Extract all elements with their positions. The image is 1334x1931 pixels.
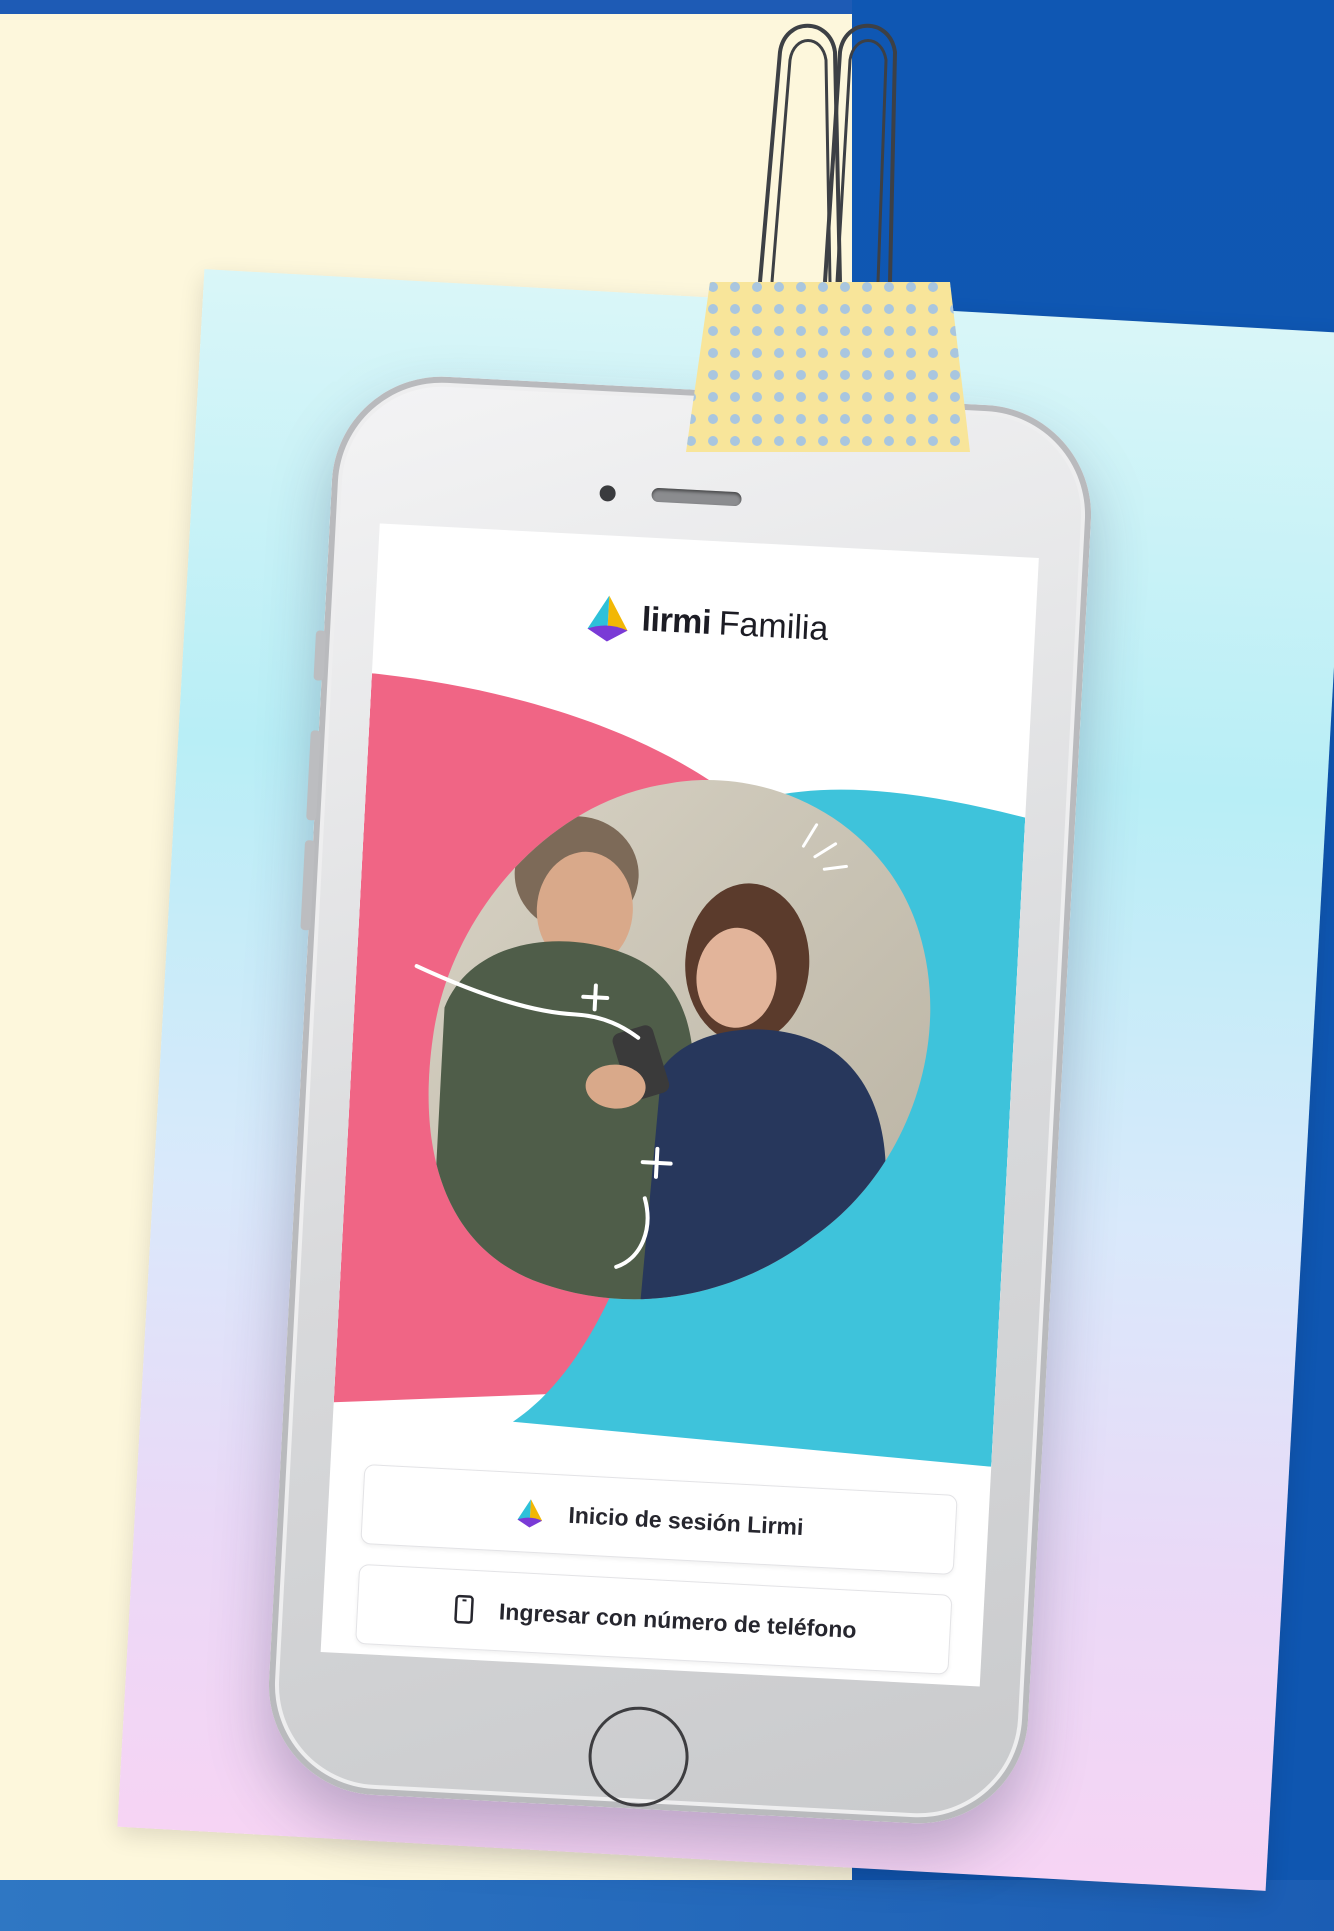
phone-login-button[interactable]: Ingresar con número de teléfono bbox=[355, 1563, 953, 1675]
app-logo: lirmi Familia bbox=[374, 575, 1036, 669]
front-camera bbox=[599, 484, 617, 502]
background-bottom-strip bbox=[0, 1880, 1334, 1931]
logo-wordmark-bold: lirmi bbox=[640, 599, 712, 642]
phone-speaker bbox=[651, 487, 742, 507]
phone-home-button[interactable] bbox=[586, 1704, 692, 1810]
phone-mute-switch bbox=[313, 630, 327, 681]
lirmi-logo-icon bbox=[587, 595, 628, 642]
phone-mockup: lirmi Familia Inicio de sesión Lirmi Ing… bbox=[263, 371, 1097, 1829]
phone-icon bbox=[454, 1594, 474, 1624]
lirmi-login-label: Inicio de sesión Lirmi bbox=[567, 1501, 805, 1540]
phone-login-label: Ingresar con número de teléfono bbox=[498, 1597, 858, 1643]
logo-wordmark-regular: Familia bbox=[717, 603, 830, 648]
lirmi-login-button[interactable]: Inicio de sesión Lirmi bbox=[360, 1463, 958, 1575]
binder-clip-icon bbox=[686, 23, 970, 452]
app-screen: lirmi Familia Inicio de sesión Lirmi Ing… bbox=[320, 523, 1039, 1687]
hero-illustration bbox=[333, 673, 1026, 1467]
lirmi-logo-icon bbox=[517, 1499, 543, 1528]
